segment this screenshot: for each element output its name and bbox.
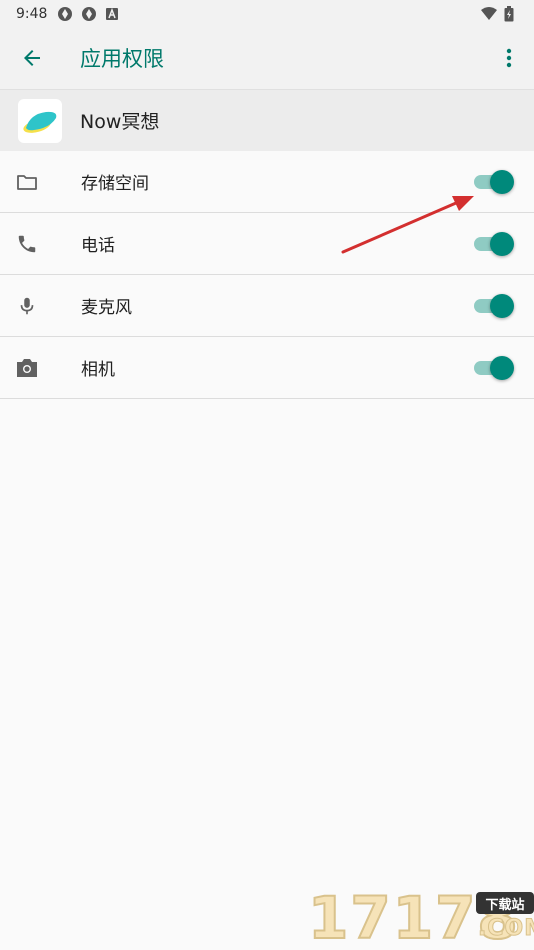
app-logo [18, 98, 62, 143]
app-bar: 应用权限 [0, 27, 534, 89]
watermark: 17178 下载站 .COM [307, 885, 534, 950]
permission-toggle-camera[interactable] [474, 355, 514, 381]
permission-label: 相机 [81, 360, 115, 380]
notification-a-icon [105, 6, 121, 22]
arrow-back-icon [24, 50, 40, 66]
status-right-icons [480, 5, 520, 22]
sync-icon [57, 6, 73, 22]
permission-row-microphone[interactable]: 麦克风 [0, 275, 534, 337]
status-bar: 9:48 [0, 0, 534, 27]
page-title: 应用权限 [80, 47, 164, 71]
more-options-button[interactable] [484, 27, 534, 89]
permission-toggle-phone[interactable] [474, 231, 514, 257]
wifi-icon [480, 6, 497, 22]
sync-icon [81, 6, 97, 22]
permission-label: 存储空间 [81, 174, 149, 194]
camera-icon [14, 355, 40, 381]
watermark-badge: 下载站 [476, 892, 534, 914]
permission-label: 麦克风 [81, 298, 132, 318]
phone-icon [14, 231, 40, 257]
status-time: 9:48 [16, 5, 48, 22]
permission-row-storage[interactable]: 存储空间 [0, 151, 534, 213]
app-header: Now冥想 [0, 89, 534, 151]
permission-row-camera[interactable]: 相机 [0, 337, 534, 399]
permission-toggle-storage[interactable] [474, 169, 514, 195]
app-logo-icon [23, 111, 57, 133]
app-name: Now冥想 [80, 111, 160, 133]
watermark-suffix: .COM [477, 916, 534, 942]
permission-list: 存储空间 电话 麦克风 相机 [0, 151, 534, 399]
permission-label: 电话 [81, 236, 115, 256]
battery-icon [504, 5, 520, 22]
back-button[interactable] [0, 27, 64, 89]
more-vert-icon [506, 48, 512, 68]
permission-row-phone[interactable]: 电话 [0, 213, 534, 275]
folder-icon [14, 169, 40, 195]
permission-toggle-microphone[interactable] [474, 293, 514, 319]
microphone-icon [14, 293, 40, 319]
